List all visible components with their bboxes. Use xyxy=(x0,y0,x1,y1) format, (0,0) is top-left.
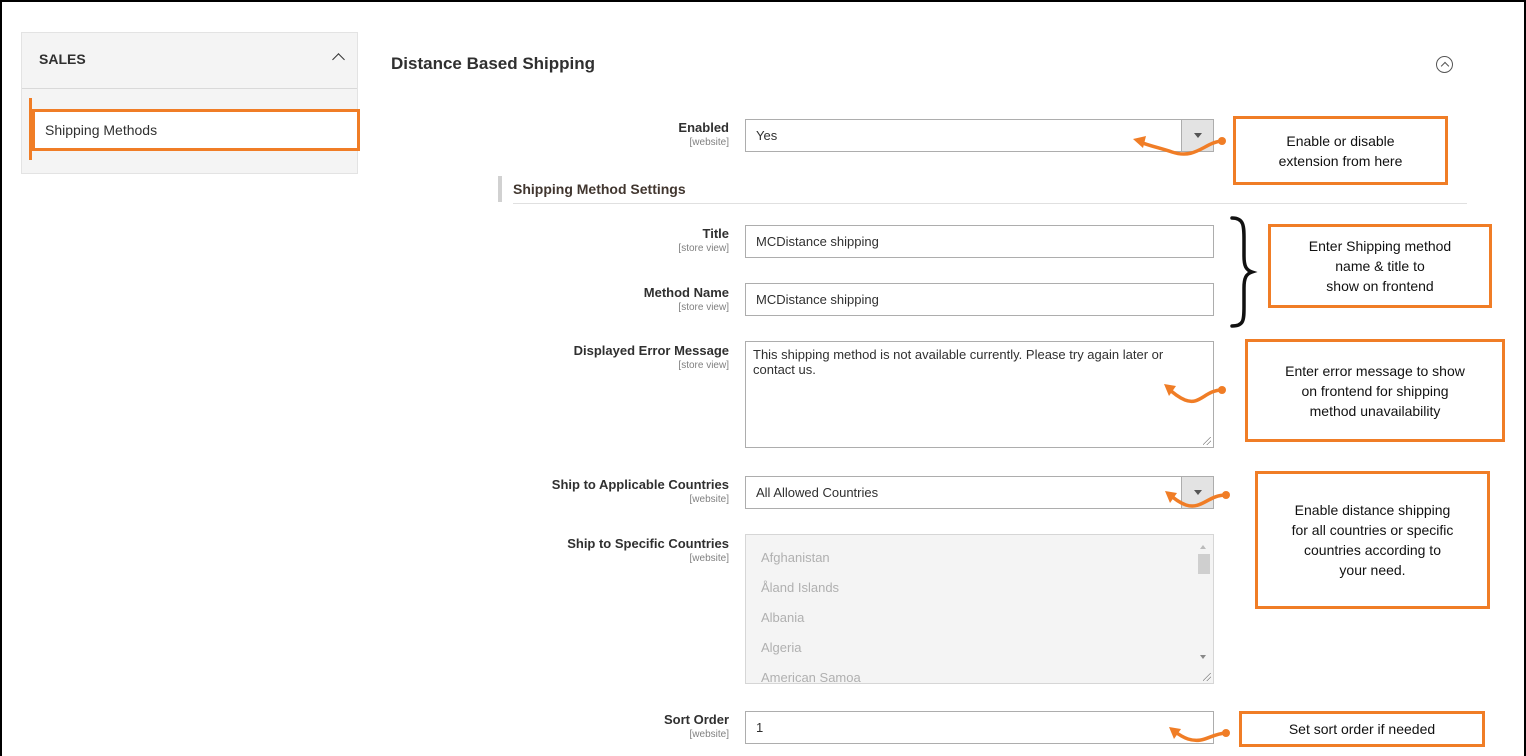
callout-line: show on frontend xyxy=(1326,278,1434,294)
country-option[interactable]: American Samoa xyxy=(761,670,861,683)
enabled-select[interactable]: Yes xyxy=(745,119,1214,152)
group-title[interactable]: Shipping Method Settings xyxy=(513,181,686,197)
callout-line: Enable distance shipping xyxy=(1294,502,1451,518)
specific-countries-multiselect[interactable]: Afghanistan Åland Islands Albania Algeri… xyxy=(745,534,1214,684)
error-message-textarea[interactable]: This shipping method is not available cu… xyxy=(745,341,1214,448)
callout-line: your need. xyxy=(1339,562,1406,578)
callout-countries: Enable distance shipping for all countri… xyxy=(1255,471,1490,609)
scroll-up-icon[interactable] xyxy=(1200,545,1206,549)
scroll-thumb[interactable] xyxy=(1198,554,1210,574)
callout-line: name & title to xyxy=(1335,258,1425,274)
method-name-input[interactable]: MCDistance shipping xyxy=(745,283,1214,316)
enabled-label: Enabled xyxy=(678,120,729,135)
callout-line: Set sort order if needed xyxy=(1288,721,1436,737)
method-name-scope: [store view] xyxy=(678,302,729,313)
error-message-label: Displayed Error Message xyxy=(573,343,729,358)
sidebar-section-title: SALES xyxy=(39,51,86,67)
collapse-circle-icon[interactable] xyxy=(1436,56,1453,73)
resize-grip-icon[interactable] xyxy=(1203,437,1211,445)
resize-grip-icon[interactable] xyxy=(1203,673,1211,681)
sort-order-label: Sort Order xyxy=(663,712,729,727)
group-title-bar xyxy=(498,176,502,202)
callout-line: extension from here xyxy=(1278,152,1403,169)
country-option[interactable]: Åland Islands xyxy=(761,580,839,595)
group-divider xyxy=(513,203,1467,204)
callout-line: on frontend for shipping xyxy=(1301,382,1449,399)
callout-line: Enter error message to show xyxy=(1285,362,1465,379)
callout-line: Enter Shipping method xyxy=(1308,238,1452,254)
callout-line: for all countries or specific xyxy=(1291,522,1454,538)
specific-countries-scope: [website] xyxy=(689,553,729,564)
section-title[interactable]: Distance Based Shipping xyxy=(391,54,595,74)
sidebar-item-shipping-methods[interactable]: Shipping Methods xyxy=(31,109,360,151)
applicable-countries-value: All Allowed Countries xyxy=(756,485,879,500)
callout-line: method unavailability xyxy=(1309,402,1441,419)
country-option[interactable]: Albania xyxy=(761,610,804,625)
country-option[interactable]: Algeria xyxy=(761,640,801,655)
title-scope: [store view] xyxy=(678,243,729,254)
callout-enable: Enable or disable extension from here xyxy=(1233,116,1448,185)
callout-name-title: Enter Shipping method name & title to sh… xyxy=(1268,224,1492,308)
method-name-label: Method Name xyxy=(643,285,729,300)
title-label: Title xyxy=(702,226,730,241)
chevron-up-icon[interactable] xyxy=(332,53,345,66)
sidebar-active-indicator xyxy=(29,98,32,160)
scroll-down-icon[interactable] xyxy=(1200,655,1206,659)
error-message-scope: [store view] xyxy=(678,360,729,371)
specific-countries-label: Ship to Specific Countries xyxy=(567,536,729,551)
callout-sort: Set sort order if needed xyxy=(1239,711,1485,747)
sidebar-section-header[interactable]: SALES xyxy=(22,33,357,89)
callout-line: countries according to xyxy=(1304,542,1441,558)
multiselect-scrollbar[interactable] xyxy=(1196,545,1210,665)
sort-order-scope: [website] xyxy=(689,729,729,740)
title-input[interactable]: MCDistance shipping xyxy=(745,225,1214,258)
enabled-select-value: Yes xyxy=(756,128,778,143)
callout-error: Enter error message to show on frontend … xyxy=(1245,339,1505,442)
error-message-text: This shipping method is not available cu… xyxy=(753,347,1164,377)
sort-order-input[interactable]: 1 xyxy=(745,711,1214,744)
enabled-scope: [website] xyxy=(689,137,729,148)
applicable-countries-label: Ship to Applicable Countries xyxy=(551,477,729,492)
config-sidebar: SALES Shipping Methods xyxy=(21,32,360,174)
dropdown-arrow-icon[interactable] xyxy=(1181,477,1213,508)
dropdown-arrow-icon[interactable] xyxy=(1181,120,1213,151)
applicable-countries-select[interactable]: All Allowed Countries xyxy=(745,476,1214,509)
callout-line: Enable or disable xyxy=(1286,132,1395,149)
country-option[interactable]: Afghanistan xyxy=(761,550,830,565)
sidebar-item-label: Shipping Methods xyxy=(45,122,158,138)
applicable-countries-scope: [website] xyxy=(689,494,729,505)
